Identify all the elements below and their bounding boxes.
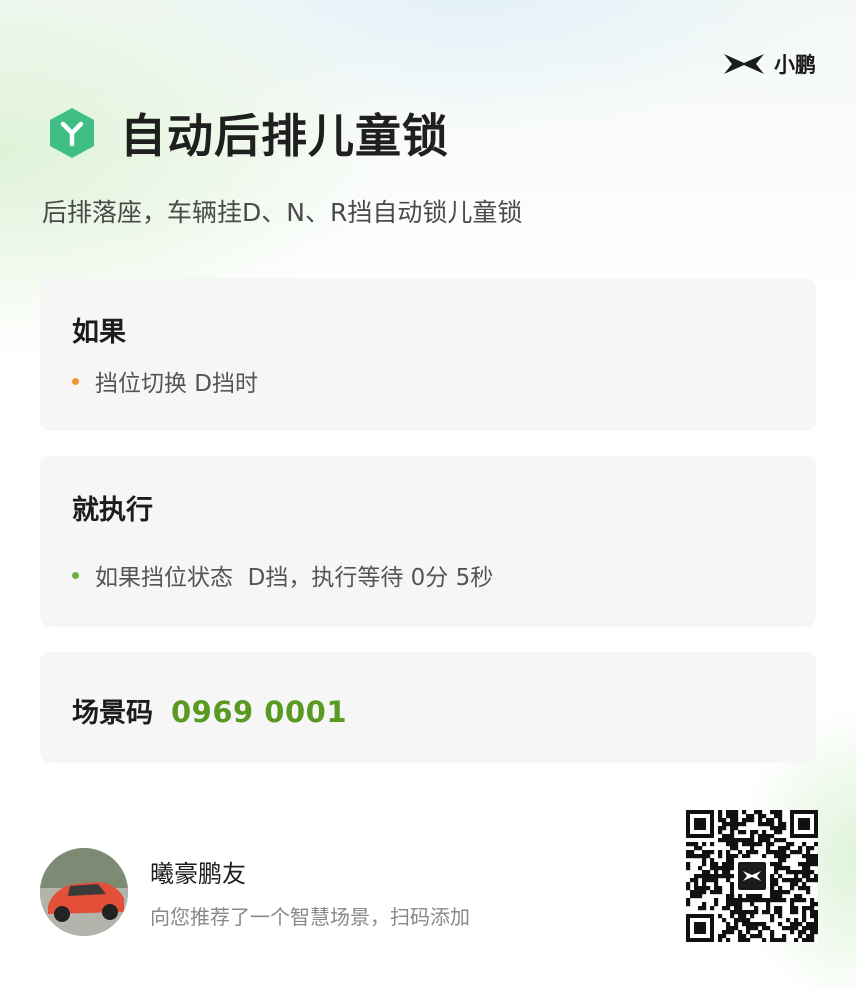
scene-code-card: 场景码 0969 0001 xyxy=(40,652,816,763)
bullet-dot-icon xyxy=(72,377,79,385)
car-photo-icon xyxy=(40,848,128,936)
action-heading: 就执行 xyxy=(72,495,153,526)
action-item: 如果挡位状态 D挡，执行等待 0分 5秒 xyxy=(72,558,493,592)
scene-code-row: 场景码 0969 0001 xyxy=(72,691,347,730)
condition-heading: 如果 xyxy=(72,317,126,348)
scene-code-label: 场景码 xyxy=(72,698,153,729)
qr-code-image xyxy=(686,810,819,943)
xpeng-logo-icon xyxy=(724,54,764,74)
title-row: 自动后排儿童锁 xyxy=(48,100,449,166)
sharer-row: 曦豪鹏友 向您推荐了一个智慧场景，扫码添加 xyxy=(40,848,470,936)
action-item-text: 如果挡位状态 D挡，执行等待 0分 5秒 xyxy=(95,565,494,591)
bullet-dot-icon xyxy=(72,571,79,579)
sharer-name: 曦豪鹏友 xyxy=(150,860,246,888)
condition-item-text: 挡位切换 D挡时 xyxy=(95,371,259,397)
brand-name: 小鹏 xyxy=(774,53,816,77)
condition-card: 如果 挡位切换 D挡时 xyxy=(40,278,816,431)
avatar xyxy=(40,848,128,936)
qr-code[interactable] xyxy=(686,810,819,943)
action-card: 就执行 如果挡位状态 D挡，执行等待 0分 5秒 xyxy=(40,456,816,627)
page-title: 自动后排儿童锁 xyxy=(120,109,449,163)
scene-description: 后排落座，车辆挂D、N、R挡自动锁儿童锁 xyxy=(42,198,523,227)
brand-logo: 小鹏 xyxy=(722,49,816,79)
scene-code-value[interactable]: 0969 0001 xyxy=(171,695,347,729)
condition-item: 挡位切换 D挡时 xyxy=(72,364,258,398)
scene-hexagon-icon xyxy=(50,108,94,158)
sharer-description: 向您推荐了一个智慧场景，扫码添加 xyxy=(150,905,470,929)
sharer-text: 曦豪鹏友 向您推荐了一个智慧场景，扫码添加 xyxy=(150,854,470,930)
